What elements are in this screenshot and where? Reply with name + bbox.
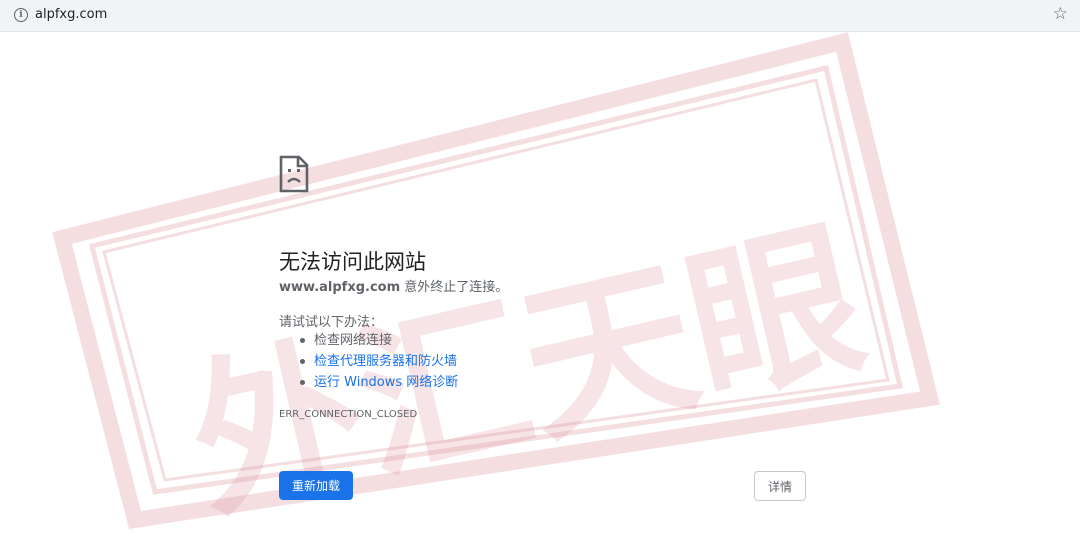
- error-page: i alpfxg.com ☆ 外汇天眼 无法访问此网站 www.alpfxg.c…: [0, 0, 1080, 550]
- address-bar[interactable]: i alpfxg.com ☆: [0, 0, 1080, 32]
- suggestion-check-proxy-link[interactable]: 检查代理服务器和防火墙: [279, 351, 458, 372]
- error-code: ERR_CONNECTION_CLOSED: [279, 409, 418, 420]
- error-host: www.alpfxg.com: [279, 280, 401, 295]
- error-message-text: 意外终止了连接。: [400, 280, 509, 295]
- suggestion-windows-diagnostics-link[interactable]: 运行 Windows 网络诊断: [279, 372, 458, 393]
- reload-button[interactable]: 重新加载: [279, 471, 353, 500]
- error-message: www.alpfxg.com 意外终止了连接。: [279, 276, 508, 295]
- info-icon[interactable]: i: [14, 8, 28, 22]
- suggestion-check-network: 检查网络连接: [279, 330, 458, 351]
- details-button[interactable]: 详情: [754, 471, 806, 501]
- address-url[interactable]: alpfxg.com: [35, 7, 107, 22]
- suggestions-label: 请试试以下办法：: [279, 315, 384, 330]
- star-icon[interactable]: ☆: [1053, 4, 1068, 24]
- watermark-stamp: 外汇天眼: [52, 32, 940, 545]
- page-title: 无法访问此网站: [279, 250, 426, 275]
- suggestions-list: 检查网络连接 检查代理服务器和防火墙 运行 Windows 网络诊断: [279, 330, 458, 393]
- sad-page-icon: [279, 155, 309, 193]
